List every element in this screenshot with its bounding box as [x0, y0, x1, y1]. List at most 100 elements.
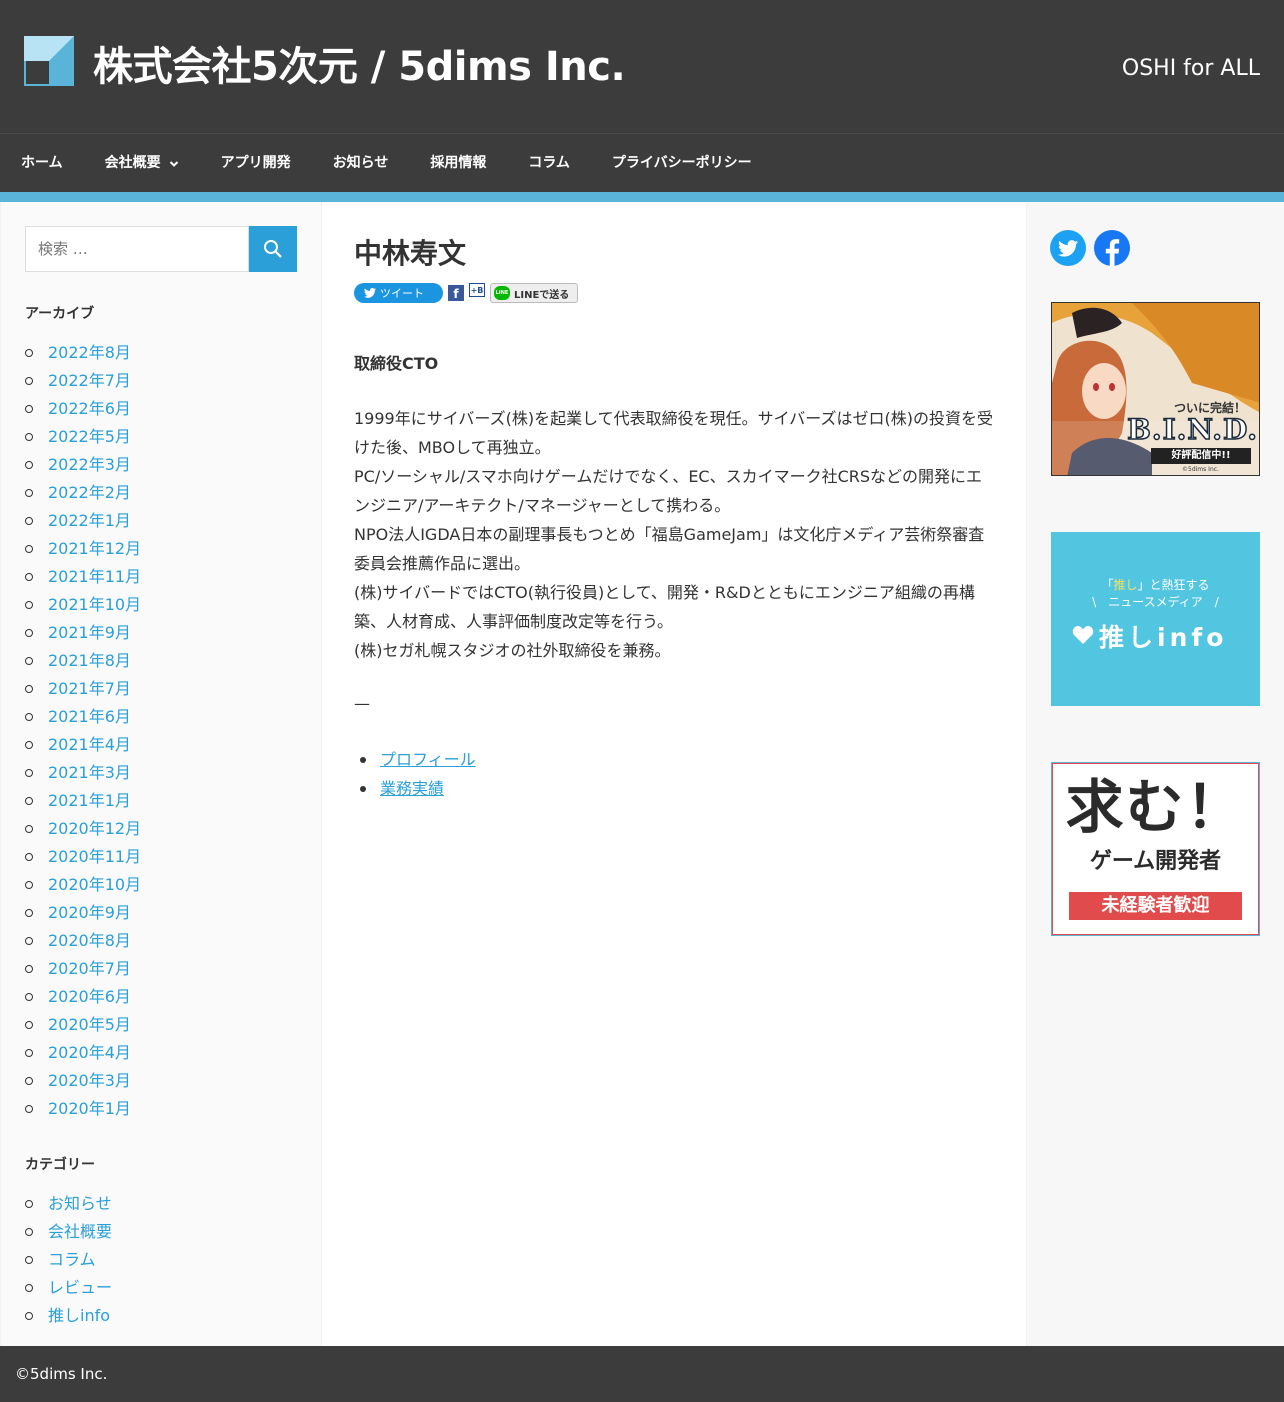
site-footer: ©5dims Inc.	[0, 1346, 1284, 1402]
archive-link[interactable]: 2020年10月	[48, 871, 141, 899]
archive-link[interactable]: 2021年10月	[48, 591, 141, 619]
list-item: 2021年9月	[25, 619, 141, 647]
archive-link[interactable]: 2021年1月	[48, 787, 131, 815]
archive-link[interactable]: 2021年3月	[48, 759, 131, 787]
heart-icon	[1072, 626, 1094, 644]
twitter-link[interactable]	[1050, 230, 1086, 266]
nav-item-home[interactable]: ホーム	[0, 134, 84, 193]
works-link[interactable]: 業務実績	[380, 774, 444, 803]
archives-widget-title: アーカイブ	[25, 306, 95, 322]
bullet-icon	[360, 785, 366, 792]
nav-item-app-dev[interactable]: アプリ開発	[200, 134, 312, 193]
bullet-icon	[25, 629, 33, 637]
list-item: 2022年5月	[25, 423, 141, 451]
archive-link[interactable]: 2022年7月	[48, 367, 131, 395]
archive-link[interactable]: 2020年4月	[48, 1039, 131, 1067]
list-item: 2021年10月	[25, 591, 141, 619]
post-links-list: プロフィール 業務実績	[354, 745, 476, 803]
nav-item-label: プライバシーポリシー	[611, 155, 752, 171]
post-role: 取締役CTO	[354, 354, 439, 373]
oshi-banner-line1: 「推し」と熱狂する	[1051, 576, 1260, 593]
archive-link[interactable]: 2021年8月	[48, 647, 131, 675]
archive-link[interactable]: 2022年3月	[48, 451, 131, 479]
archive-link[interactable]: 2020年6月	[48, 983, 131, 1011]
bullet-icon	[25, 993, 33, 1001]
archive-link[interactable]: 2020年12月	[48, 815, 141, 843]
list-item: 2020年11月	[25, 843, 141, 871]
facebook-share-button[interactable]: f	[448, 285, 464, 301]
post-body: 1999年にサイバーズ(株)を起業して代表取締役を現任。サイバーズはゼロ(株)の…	[354, 404, 994, 665]
post-paragraph: 1999年にサイバーズ(株)を起業して代表取締役を現任。サイバーズはゼロ(株)の…	[354, 409, 993, 457]
search-input[interactable]	[25, 226, 249, 272]
bullet-icon	[25, 1200, 33, 1208]
bullet-icon	[25, 657, 33, 665]
share-buttons: ツイート f +B LINE LINEで送る	[354, 282, 578, 304]
recruit-banner[interactable]: 求む！ ゲーム開発者 未経験者歓迎	[1051, 762, 1260, 936]
oshi-info-banner[interactable]: 「推し」と熱狂する \ ニュースメディア / 推しinfo	[1051, 532, 1260, 706]
bullet-icon	[360, 756, 366, 763]
archive-link[interactable]: 2021年9月	[48, 619, 131, 647]
list-item: お知らせ	[25, 1190, 112, 1218]
categories-widget-title: カテゴリー	[25, 1157, 95, 1173]
archive-link[interactable]: 2020年7月	[48, 955, 131, 983]
list-item: 2021年12月	[25, 535, 141, 563]
list-item: 2022年1月	[25, 507, 141, 535]
list-item: 2021年6月	[25, 703, 141, 731]
archive-link[interactable]: 2020年9月	[48, 899, 131, 927]
list-item: 2022年8月	[25, 339, 141, 367]
facebook-share-icon: f	[453, 287, 459, 301]
archive-link[interactable]: 2021年11月	[48, 563, 141, 591]
nav-item-privacy[interactable]: プライバシーポリシー	[591, 134, 773, 193]
bullet-icon	[25, 517, 33, 525]
archive-link[interactable]: 2020年3月	[48, 1067, 131, 1095]
bullet-icon	[25, 1228, 33, 1236]
site-title[interactable]: 株式会社5次元 / 5dims Inc.	[93, 40, 626, 94]
archive-link[interactable]: 2020年1月	[48, 1095, 131, 1123]
post-paragraph: NPO法人IGDA日本の副理事長もつとめ「福島GameJam」は文化庁メディア芸…	[354, 525, 985, 573]
archive-link[interactable]: 2021年6月	[48, 703, 131, 731]
nav-item-news[interactable]: お知らせ	[312, 134, 410, 193]
archive-link[interactable]: 2020年8月	[48, 927, 131, 955]
category-link[interactable]: コラム	[48, 1246, 96, 1274]
archive-link[interactable]: 2022年8月	[48, 339, 131, 367]
archive-link[interactable]: 2022年5月	[48, 423, 131, 451]
archive-link[interactable]: 2021年12月	[48, 535, 141, 563]
archive-link[interactable]: 2021年4月	[48, 731, 131, 759]
hatena-bookmark-button[interactable]: +B	[469, 283, 485, 297]
facebook-link[interactable]	[1094, 230, 1130, 266]
archives-list: 2022年8月 2022年7月 2022年6月 2022年5月 2022年3月 …	[25, 339, 141, 1123]
post-paragraph: (株)サイバードではCTO(執行役員)として、開発・R&Dとともにエンジニア組織…	[354, 583, 975, 631]
profile-link[interactable]: プロフィール	[380, 745, 476, 774]
list-item: 2021年8月	[25, 647, 141, 675]
nav-item-company[interactable]: 会社概要	[84, 134, 200, 193]
archive-link[interactable]: 2021年7月	[48, 675, 131, 703]
bullet-icon	[25, 769, 33, 777]
main-content: 中林寿文 ツイート f +B LINE LINEで送る 取締役CTO 1999年…	[322, 202, 1026, 1346]
category-link[interactable]: 推しinfo	[48, 1302, 110, 1330]
bind-game-banner[interactable]: ついに完結！ B.I.N.D. 好評配信中!! ©5dims Inc.	[1051, 302, 1260, 476]
bullet-icon	[25, 1256, 33, 1264]
archive-link[interactable]: 2020年5月	[48, 1011, 131, 1039]
list-item: 2021年1月	[25, 787, 141, 815]
bind-banner-ribbon: 好評配信中!!	[1151, 448, 1251, 464]
list-item: 2020年9月	[25, 899, 141, 927]
nav-item-recruit[interactable]: 採用情報	[409, 134, 507, 193]
line-share-button[interactable]: LINE LINEで送る	[490, 283, 578, 303]
archive-link[interactable]: 2020年11月	[48, 843, 141, 871]
categories-list: お知らせ 会社概要 コラム レビュー 推しinfo	[25, 1190, 112, 1330]
bullet-icon	[25, 853, 33, 861]
archive-link[interactable]: 2022年1月	[48, 507, 131, 535]
bullet-icon	[25, 461, 33, 469]
site-logo-icon[interactable]	[24, 36, 74, 86]
archive-link[interactable]: 2022年2月	[48, 479, 131, 507]
bullet-icon	[25, 1077, 33, 1085]
archive-link[interactable]: 2022年6月	[48, 395, 131, 423]
category-link[interactable]: お知らせ	[48, 1190, 112, 1218]
search-button[interactable]	[249, 226, 297, 272]
nav-item-column[interactable]: コラム	[507, 134, 591, 193]
list-item: 2020年1月	[25, 1095, 141, 1123]
category-link[interactable]: 会社概要	[48, 1218, 112, 1246]
category-link[interactable]: レビュー	[48, 1274, 112, 1302]
tweet-button[interactable]: ツイート	[354, 283, 443, 303]
post-paragraph: PC/ソーシャル/スマホ向けゲームだけでなく、EC、スカイマーク社CRSなどの開…	[354, 467, 983, 515]
